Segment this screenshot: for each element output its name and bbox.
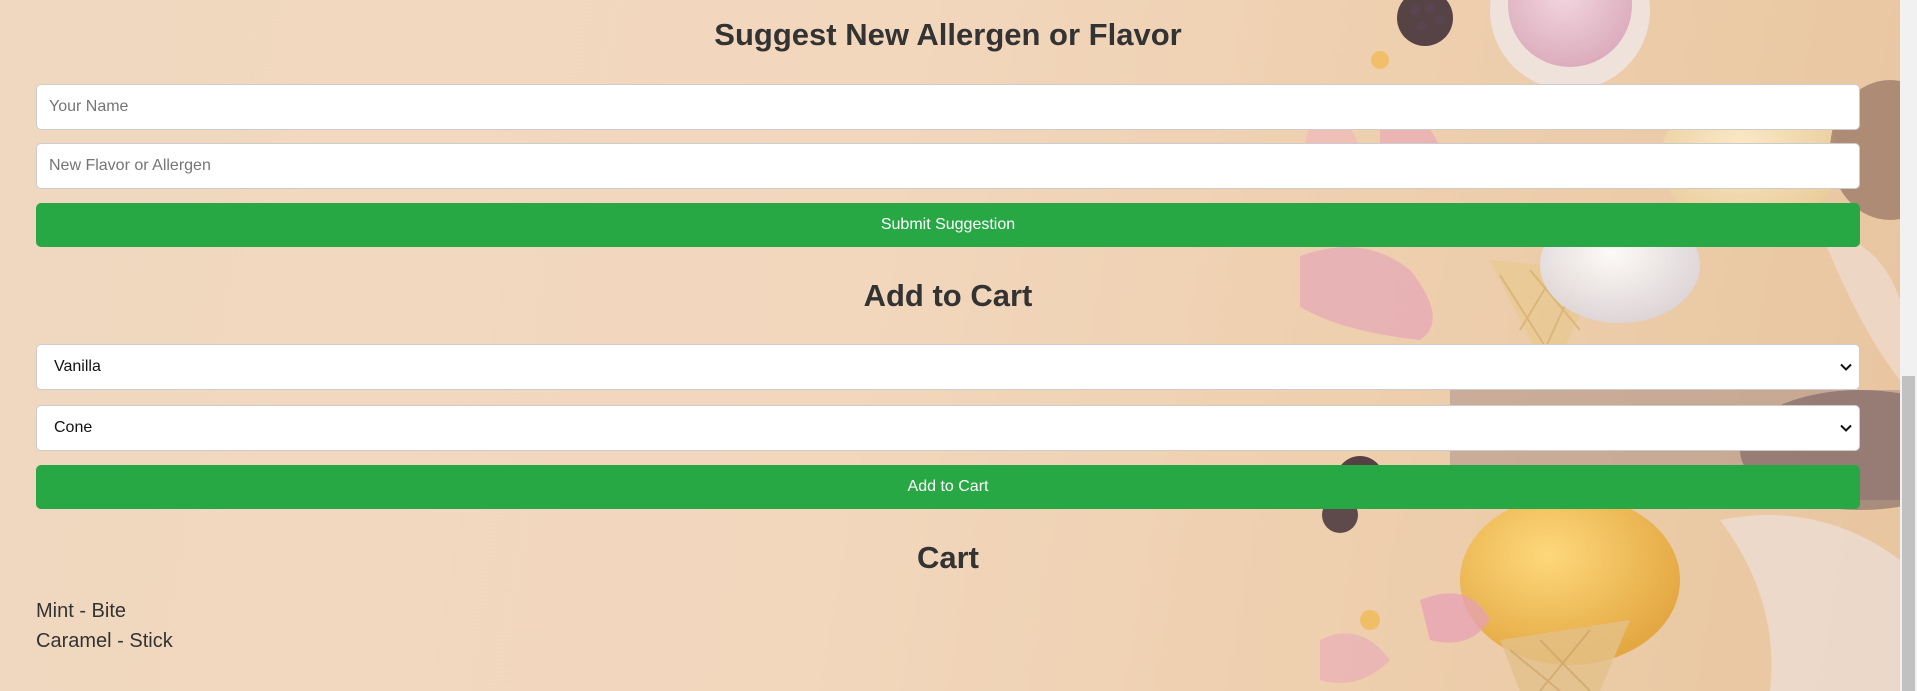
chevron-down-icon [1840,363,1852,371]
flavor-select[interactable]: Vanilla [36,344,1860,390]
vertical-scrollbar[interactable] [1900,0,1917,691]
your-name-placeholder: Your Name [49,98,129,115]
cart-list: Mint - Bite Caramel - Stick [36,596,173,656]
cart-item: Caramel - Stick [36,630,173,652]
new-flavor-placeholder: New Flavor or Allergen [49,157,211,174]
container-select[interactable]: Cone [36,405,1860,451]
flavor-select-value: Vanilla [54,358,101,375]
submit-suggestion-button[interactable]: Submit Suggestion [36,203,1860,247]
container-select-value: Cone [54,419,93,436]
chevron-down-icon [1840,424,1852,432]
add-to-cart-section-title: Add to Cart [863,278,1033,313]
cart-section-title: Cart [916,540,979,575]
add-to-cart-button[interactable]: Add to Cart [36,465,1860,509]
suggest-section-title: Suggest New Allergen or Flavor [714,17,1182,52]
your-name-input[interactable]: Your Name [36,84,1860,130]
cart-item: Mint - Bite [36,600,127,622]
new-flavor-or-allergen-input[interactable]: New Flavor or Allergen [36,143,1860,189]
scrollbar-thumb[interactable] [1902,376,1915,691]
